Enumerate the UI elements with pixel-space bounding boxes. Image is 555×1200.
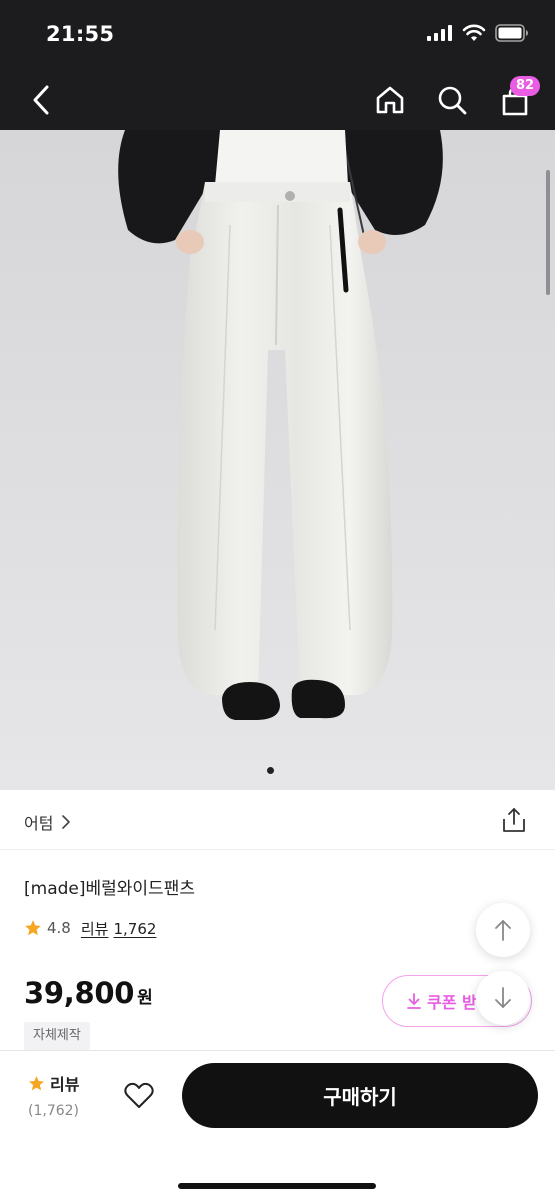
product-title: [made]베럴와이드팬츠 [24,879,195,899]
brand-row: 어텀 [0,790,555,850]
bottom-review-label: 리뷰 [50,1075,80,1094]
price-value: 39,800 [24,976,135,1010]
star-icon [25,920,41,936]
chevron-right-icon [62,815,71,829]
bottom-review-label-row: 리뷰 [28,1071,98,1095]
nav-bar [0,70,555,130]
download-icon [407,993,421,1009]
brand-name: 어텀 [24,814,54,833]
search-button[interactable] [435,82,469,118]
scroll-up-button[interactable] [476,903,530,957]
product-tag: 자체제작 [24,1022,90,1050]
back-icon [33,85,49,115]
coupon-label: 쿠폰 받 [427,993,477,1012]
arrow-up-icon [495,920,511,941]
status-time: 21:55 [46,22,115,46]
back-button[interactable] [24,82,58,118]
share-button[interactable] [500,806,528,834]
home-indicator [178,1183,376,1189]
rating-value: 4.8 [47,919,71,937]
wifi-icon [462,24,486,41]
price-row: 39,800 원 [24,976,153,1010]
status-icons [427,24,529,42]
home-icon [376,86,404,114]
review-link[interactable]: 리뷰 1,762 [81,918,157,939]
heart-icon [124,1082,154,1108]
review-count: 1,762 [113,919,157,938]
status-bar: 21:55 [0,0,555,70]
brand-link[interactable]: 어텀 [24,810,71,834]
product-image[interactable] [0,130,555,790]
search-icon [438,86,467,115]
buy-button[interactable]: 구매하기 [182,1063,538,1128]
wishlist-button[interactable] [120,1076,158,1114]
arrow-down-icon [495,987,511,1008]
signal-icon [427,25,452,41]
star-icon [29,1075,44,1090]
scroll-down-button[interactable] [476,971,530,1025]
home-button[interactable] [373,82,407,118]
rating-row: 4.8 리뷰 1,762 [24,918,156,938]
review-label: 리뷰 [80,919,109,938]
cart-count-badge: 82 [510,76,541,96]
battery-icon [495,24,528,42]
scroll-indicator[interactable] [546,170,550,295]
bottom-review-count: (1,762) [28,1103,80,1119]
bottom-review-summary[interactable]: 리뷰 (1,762) [28,1071,98,1121]
product-photo [0,130,555,790]
price-unit: 원 [137,988,153,1008]
image-pagination-dot[interactable] [267,767,274,774]
bottom-action-bar: 리뷰 (1,762) 구매하기 [0,1050,555,1200]
share-icon [503,808,525,832]
